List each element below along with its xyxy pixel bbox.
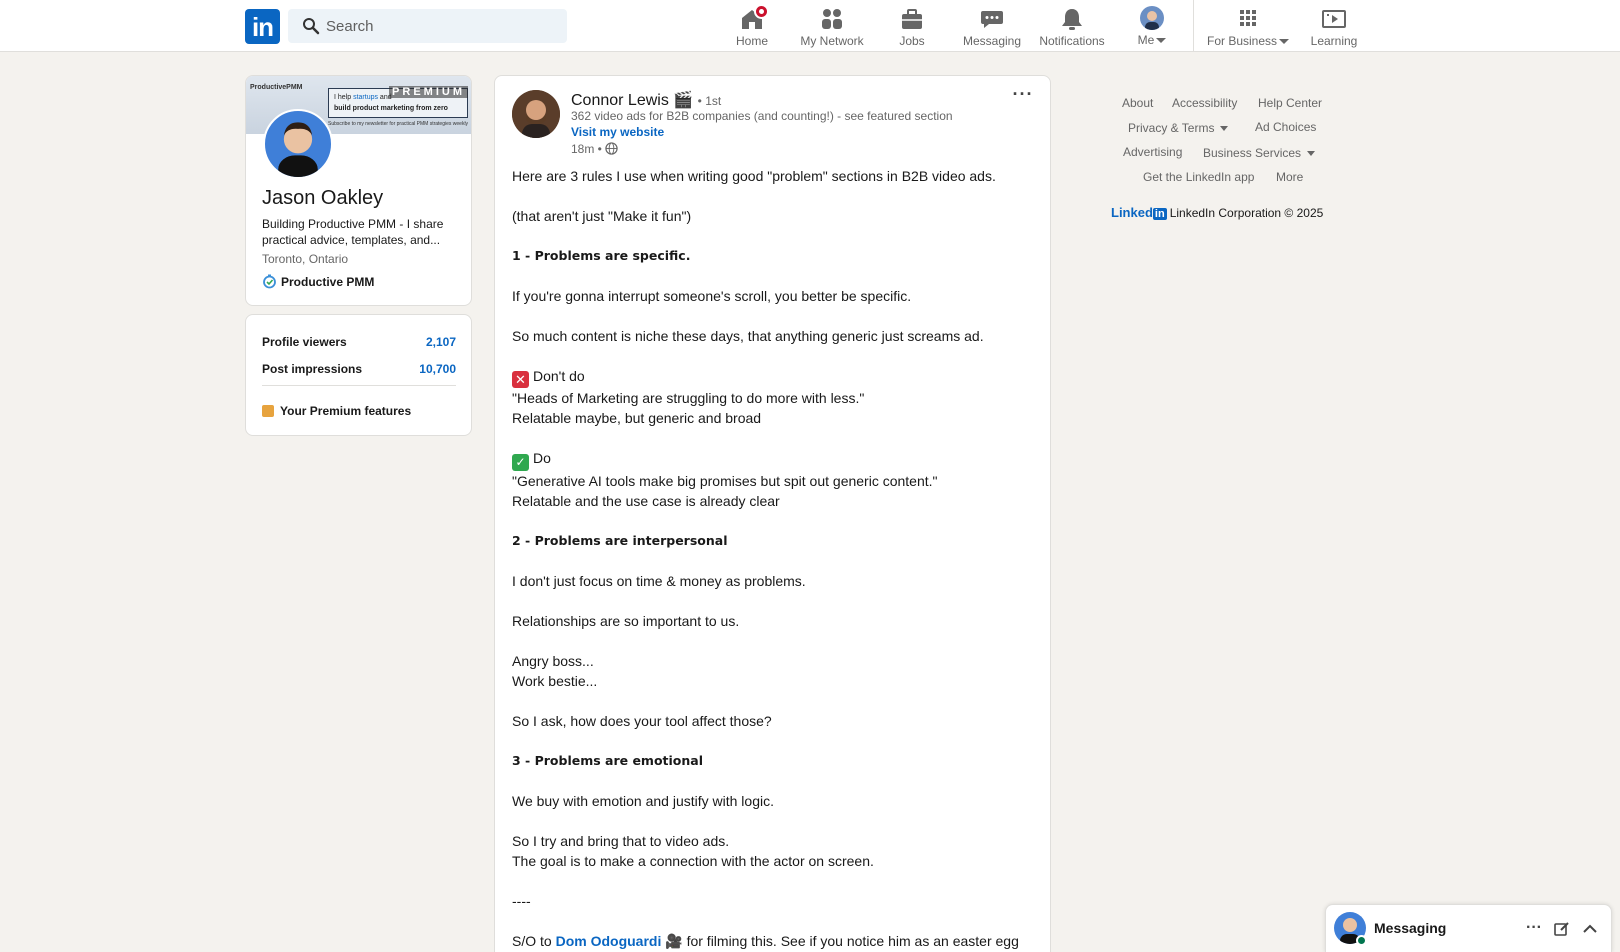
stats-card: Profile viewers 2,107 Post impressions 10,…	[245, 314, 472, 436]
bell-icon	[1059, 7, 1085, 31]
footer-more[interactable]: More	[1276, 170, 1303, 184]
post-card: Connor Lewis 🎬 • 1st 362 video ads for B…	[494, 75, 1051, 952]
copyright: Linked in LinkedIn Corporation © 2025	[1111, 205, 1324, 220]
caret-down-icon	[1220, 126, 1229, 132]
nav-notifications[interactable]: Notifications	[1036, 0, 1108, 52]
compose-icon	[1554, 922, 1569, 936]
chevron-up-icon	[1583, 924, 1597, 933]
nav-divider	[1193, 0, 1194, 52]
cross-mark-icon: ✕	[512, 371, 529, 388]
post-line: Work bestie...	[512, 673, 598, 689]
author-name[interactable]: Connor Lewis 🎬 • 1st	[571, 90, 721, 110]
globe-icon	[605, 142, 618, 155]
nav-home[interactable]: Home	[728, 0, 776, 52]
online-status-icon	[1356, 935, 1367, 946]
network-icon	[819, 7, 845, 31]
footer-help-center[interactable]: Help Center	[1258, 96, 1322, 110]
post-line: The goal is to make a connection with th…	[512, 853, 874, 869]
caret-down-icon	[1156, 38, 1167, 44]
post-line: Here are 3 rules I use when writing good…	[512, 168, 996, 184]
post-impressions-row[interactable]: Post impressions 10,700	[262, 362, 456, 376]
post-line: I don't just focus on time & money as pr…	[512, 573, 806, 589]
search-input[interactable]	[326, 9, 556, 43]
post-line: So I try and bring that to video ads.	[512, 833, 730, 849]
messaging-title: Messaging	[1374, 920, 1447, 936]
post-line: Relatable maybe, but generic and broad	[512, 410, 762, 426]
post-line: ----	[512, 893, 531, 909]
post-line: 3 - Problems are emotional	[512, 753, 704, 768]
post-line: So much content is niche these days, tha…	[512, 328, 984, 344]
post-line: Relatable and the use case is already cl…	[512, 493, 780, 509]
post-line: "Generative AI tools make big promises b…	[512, 473, 938, 489]
footer-business-services[interactable]: Business Services	[1203, 146, 1316, 160]
post-line: ✓ Do	[512, 448, 1032, 471]
visit-website-link[interactable]: Visit my website	[571, 125, 664, 139]
nav-for-business[interactable]: For Business	[1204, 0, 1292, 52]
mention-link[interactable]: Dom Odoguardi	[556, 933, 662, 949]
profile-name[interactable]: Jason Oakley	[262, 187, 383, 210]
author-headline: 362 video ads for B2B companies (and cou…	[571, 109, 953, 123]
me-avatar	[1140, 6, 1164, 30]
profile-avatar[interactable]	[263, 109, 333, 179]
profile-card: ProductivePMM I help startups and build …	[245, 75, 472, 306]
profile-company[interactable]: Productive PMM	[262, 274, 374, 289]
footer-get-app[interactable]: Get the LinkedIn app	[1143, 170, 1254, 184]
search-icon	[303, 18, 320, 35]
footer-advertising[interactable]: Advertising	[1123, 145, 1182, 159]
post-more-button[interactable]: ···	[1008, 84, 1038, 108]
nav-learning[interactable]: Learning	[1304, 0, 1364, 52]
divider	[262, 385, 456, 386]
nav-me[interactable]: Me	[1128, 0, 1176, 52]
search-box[interactable]	[288, 9, 567, 43]
premium-features-link[interactable]: Your Premium features	[262, 404, 411, 418]
post-timestamp: 18m •	[571, 142, 618, 156]
post-line: S/O to Dom Odoguardi 🎥 for filming this.…	[512, 933, 1019, 949]
messaging-icon	[979, 7, 1005, 31]
footer-about[interactable]: About	[1122, 96, 1153, 110]
post-line: So I ask, how does your tool affect thos…	[512, 713, 772, 729]
footer-ad-choices[interactable]: Ad Choices	[1255, 120, 1316, 134]
messaging-more-button[interactable]: ···	[1522, 917, 1546, 941]
post-line: 2 - Problems are interpersonal	[512, 533, 728, 548]
notification-badge	[754, 4, 769, 19]
post-line: 1 - Problems are specific.	[512, 248, 691, 263]
post-line: We buy with emotion and justify with log…	[512, 793, 774, 809]
nav-jobs[interactable]: Jobs	[888, 0, 936, 52]
top-nav: in Home My Network Jobs Messaging Notifi…	[0, 0, 1620, 52]
post-line: (that aren't just "Make it fun")	[512, 208, 692, 224]
jobs-icon	[899, 7, 925, 31]
check-mark-icon: ✓	[512, 454, 529, 471]
learning-icon	[1321, 7, 1347, 31]
premium-tag: PREMIUM	[389, 86, 468, 98]
compose-button[interactable]	[1550, 917, 1574, 941]
footer-accessibility[interactable]: Accessibility	[1172, 96, 1237, 110]
profile-viewers-row[interactable]: Profile viewers 2,107	[262, 335, 456, 349]
post-line: Angry boss...	[512, 653, 594, 669]
profile-location: Toronto, Ontario	[262, 252, 349, 266]
post-line: "Heads of Marketing are struggling to do…	[512, 390, 865, 406]
company-logo-icon	[263, 274, 276, 289]
expand-button[interactable]	[1578, 917, 1602, 941]
linkedin-wordmark-icon: Linked	[1111, 205, 1153, 220]
post-line: ✕ Don't do	[512, 366, 1032, 388]
nav-messaging[interactable]: Messaging	[960, 0, 1024, 52]
grid-icon	[1235, 7, 1261, 31]
caret-down-icon	[1307, 151, 1316, 157]
nav-my-network[interactable]: My Network	[796, 0, 868, 52]
linkedin-logo-icon[interactable]: in	[245, 9, 280, 44]
post-body: Here are 3 rules I use when writing good…	[512, 166, 1032, 951]
footer-privacy-terms[interactable]: Privacy & Terms	[1128, 121, 1229, 135]
home-icon	[739, 4, 769, 31]
caret-down-icon	[1279, 39, 1290, 45]
author-avatar[interactable]	[512, 90, 560, 138]
post-line: Relationships are so important to us.	[512, 613, 740, 629]
post-line: If you're gonna interrupt someone's scro…	[512, 288, 912, 304]
messaging-dock[interactable]: Messaging ···	[1325, 904, 1612, 952]
profile-headline: Building Productive PMM - I share practi…	[262, 217, 444, 247]
premium-icon	[262, 405, 274, 417]
